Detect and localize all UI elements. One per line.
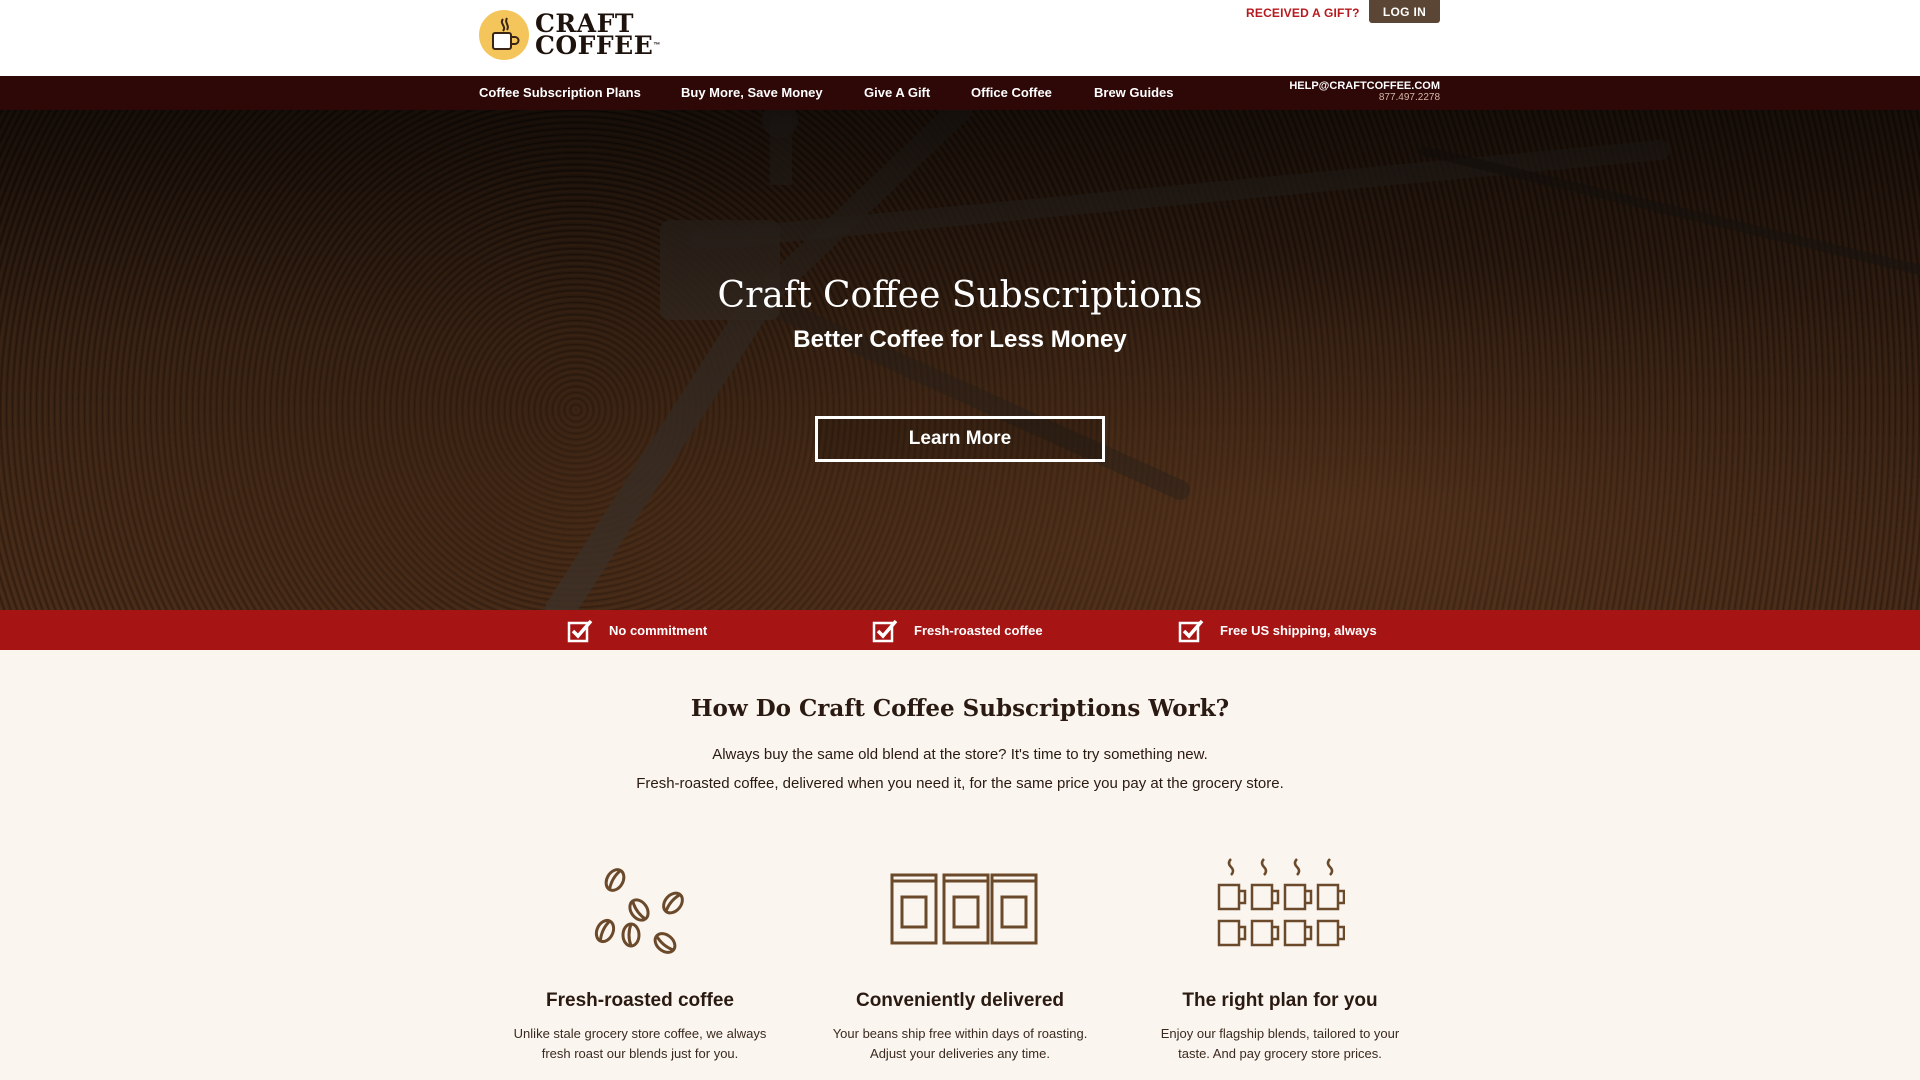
craft-coffee-logo[interactable]: CRAFT COFFEE™	[479, 9, 661, 61]
coffee-bags-icon	[810, 855, 1110, 965]
benefit-free-shipping: Free US shipping, always	[1178, 610, 1377, 650]
coffee-cup-logo-icon	[479, 10, 529, 60]
nav-item-give-gift[interactable]: Give A Gift	[864, 76, 930, 110]
trademark-mark: ™	[653, 42, 661, 49]
learn-more-button[interactable]: Learn More	[815, 416, 1105, 462]
checkbox-icon	[1178, 618, 1204, 643]
hero-banner: Craft Coffee Subscriptions Better Coffee…	[0, 110, 1920, 610]
feature-desc-line: taste. And pay grocery store prices.	[1178, 1046, 1382, 1061]
feature-title: The right plan for you	[1182, 990, 1378, 1011]
logo-line-2: COFFEE	[535, 31, 654, 60]
benefit-fresh-roasted: Fresh-roasted coffee	[872, 610, 1043, 650]
nav-item-brew-guides[interactable]: Brew Guides	[1094, 76, 1173, 110]
feature-conveniently-delivered: Conveniently delivered Your beans ship f…	[810, 855, 1110, 1064]
benefit-label: Free US shipping, always	[1220, 622, 1377, 638]
feature-desc-line: Enjoy our flagship blends, tailored to y…	[1160, 1026, 1400, 1041]
received-gift-link[interactable]: RECEIVED A GIFT?	[1246, 6, 1360, 20]
benefit-no-commitment: No commitment	[567, 610, 707, 650]
feature-desc-line: fresh roast our blends just for you.	[541, 1046, 739, 1061]
benefit-label: No commitment	[609, 622, 708, 638]
how-intro-line-2: Fresh-roasted coffee, delivered when you…	[636, 775, 1284, 792]
contact-info: HELP@CRAFTCOFFEE.COM 877.497.2278	[1289, 81, 1440, 104]
checkbox-icon	[872, 618, 898, 643]
benefits-bar: No commitment Fresh-roasted coffee Free …	[0, 610, 1920, 650]
coffee-beans-icon	[490, 855, 790, 965]
feature-fresh-roasted: Fresh-roasted coffee Unlike stale grocer…	[490, 855, 790, 1064]
hero-subtitle: Better Coffee for Less Money	[793, 326, 1127, 353]
login-button[interactable]: LOG IN	[1369, 0, 1440, 23]
benefit-label: Fresh-roasted coffee	[914, 622, 1043, 638]
main-nav: Coffee Subscription Plans Buy More, Save…	[0, 76, 1920, 110]
site-header: CRAFT COFFEE™ RECEIVED A GIFT? LOG IN	[0, 0, 1920, 76]
feature-right-plan: The right plan for you Enjoy our flagshi…	[1130, 855, 1430, 1064]
nav-item-buy-more[interactable]: Buy More, Save Money	[681, 76, 823, 110]
contact-email-link[interactable]: HELP@CRAFTCOFFEE.COM	[1289, 81, 1440, 92]
nav-item-office-coffee[interactable]: Office Coffee	[971, 76, 1052, 110]
feature-desc-line: Unlike stale grocery store coffee, we al…	[513, 1026, 767, 1041]
feature-description: Your beans ship free within days of roas…	[810, 1024, 1110, 1064]
hero-overlay	[0, 110, 1920, 610]
feature-description: Unlike stale grocery store coffee, we al…	[490, 1024, 790, 1064]
checkbox-icon	[567, 618, 593, 643]
how-intro-line-1: Always buy the same old blend at the sto…	[712, 746, 1208, 763]
feature-desc-line: Your beans ship free within days of roas…	[832, 1026, 1088, 1041]
feature-desc-line: Adjust your deliveries any time.	[870, 1046, 1050, 1061]
feature-title: Fresh-roasted coffee	[546, 990, 734, 1011]
coffee-mugs-icon	[1130, 855, 1430, 965]
feature-title: Conveniently delivered	[855, 990, 1064, 1011]
contact-phone: 877.497.2278	[1378, 92, 1440, 103]
hero-title: Craft Coffee Subscriptions	[717, 275, 1203, 316]
logo-wordmark: CRAFT COFFEE™	[535, 11, 661, 60]
feature-description: Enjoy our flagship blends, tailored to y…	[1130, 1024, 1430, 1064]
nav-item-subscription-plans[interactable]: Coffee Subscription Plans	[479, 76, 641, 110]
how-it-works-title: How Do Craft Coffee Subscriptions Work?	[690, 695, 1230, 722]
